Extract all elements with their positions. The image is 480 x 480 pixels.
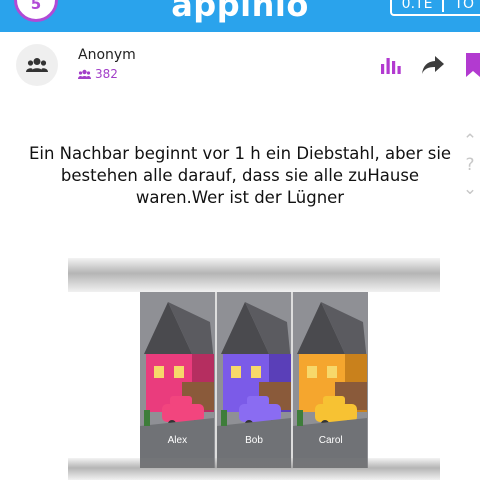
avatar-group-icon (26, 58, 48, 72)
author-avatar[interactable] (16, 44, 58, 86)
share-button[interactable] (420, 52, 446, 78)
question-text: Ein Nachbar beginnt vor 1 h ein Diebstah… (28, 144, 452, 207)
house-panel: Bob (216, 292, 292, 468)
follower-count-value: 382 (95, 67, 118, 81)
follower-count: 382 (78, 67, 118, 81)
author-name[interactable]: Anonym (78, 47, 136, 63)
help-icon[interactable]: ? (465, 156, 474, 174)
house-label-alex: Alex (167, 435, 188, 446)
house-label-carol: Carol (318, 435, 343, 446)
top-bar: 5 appinio 0.TE TO (0, 0, 480, 32)
bar-chart-icon (381, 58, 401, 74)
followers-icon (78, 69, 91, 79)
question-image: Alex Bob Carol (68, 258, 440, 480)
statistics-button[interactable] (378, 52, 404, 78)
author-row: Anonym 382 (0, 32, 480, 96)
bookmark-button[interactable] (462, 52, 480, 78)
bookmark-icon (466, 53, 480, 77)
score-box[interactable]: 0.TE TO (389, 0, 480, 16)
houses-illustration: Alex Bob Carol (140, 292, 369, 468)
chevron-down-icon[interactable]: ⌄ (463, 180, 477, 198)
score-right: TO (454, 0, 474, 12)
share-arrow-icon (422, 56, 444, 74)
house-label-bob: Bob (245, 435, 263, 446)
chevron-up-icon[interactable]: ⌃ (463, 132, 477, 150)
image-shadow-bottom (68, 458, 440, 480)
side-navigation: ⌃ ? ⌄ (460, 132, 480, 198)
house-panel: Alex (140, 292, 215, 468)
house-panel: Carol (293, 292, 369, 468)
score-left: 0.TE (401, 0, 433, 12)
image-shadow-top (68, 258, 440, 292)
